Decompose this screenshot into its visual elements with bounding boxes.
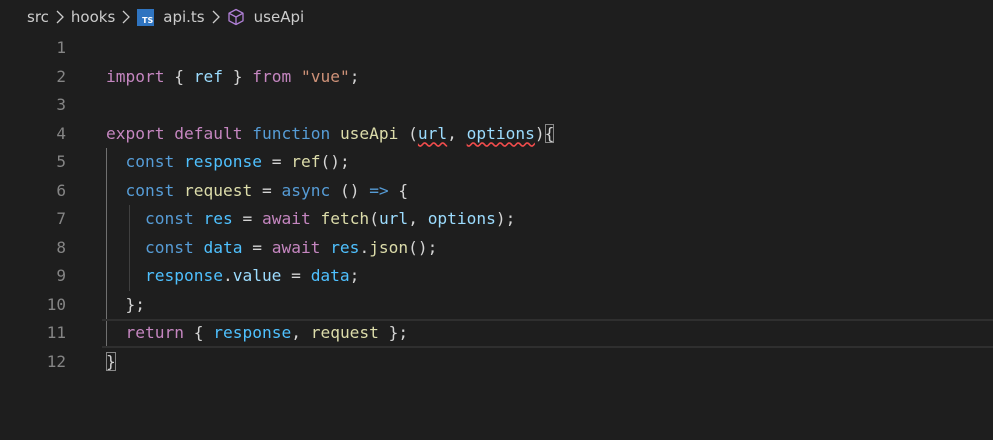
operator: = [232, 209, 262, 228]
code-line-7: const res = await fetch(url, options); [106, 205, 993, 234]
chevron-right-icon [211, 9, 221, 25]
identifier-response: response [144, 266, 223, 285]
code-line-4: export default function useApi (url, opt… [106, 120, 993, 149]
brace: }; [378, 323, 409, 342]
breadcrumb: src hooks TS api.ts useApi [0, 0, 993, 34]
identifier-request: request [183, 180, 253, 200]
keyword-const: const [144, 237, 194, 257]
brace: { [183, 323, 214, 342]
brace: } [222, 66, 243, 86]
identifier-response: response [213, 323, 292, 342]
symbol-method-cube-icon [227, 8, 245, 26]
semicolon: ; [349, 66, 360, 86]
operator: = [261, 152, 292, 171]
arrow-operator: => [369, 180, 389, 200]
semicolon: ; [349, 266, 360, 285]
identifier-data: data [203, 237, 243, 257]
line-number: 11 [46, 323, 66, 342]
code-line-11: return { response, request }; [102, 319, 993, 348]
identifier-ref: ref [193, 66, 223, 86]
comma: , [408, 209, 428, 228]
call-json: json [369, 237, 409, 257]
dot: . [222, 266, 233, 285]
code-line-2: import { ref } from "vue"; [106, 63, 993, 92]
identifier-data: data [310, 266, 350, 285]
param-options: options [466, 123, 535, 143]
identifier-options: options [427, 209, 496, 228]
keyword-await: await [271, 237, 321, 257]
code-content[interactable]: import { ref } from "vue"; export defaul… [102, 34, 993, 377]
function-name-useapi: useApi [339, 123, 399, 143]
string-vue: "vue" [300, 66, 350, 86]
keyword-const: const [125, 152, 175, 171]
breadcrumb-item-api-ts[interactable]: api.ts [163, 8, 204, 26]
keyword-default: default [174, 123, 243, 143]
brace: { [174, 66, 194, 86]
identifier-res: res [330, 237, 360, 257]
identifier-res: res [203, 209, 233, 228]
paren: ( [369, 209, 379, 228]
brace: { [388, 180, 409, 200]
code-editor[interactable]: src hooks TS api.ts useApi 1 2 3 4 5 6 7… [0, 0, 993, 440]
comma: , [447, 123, 467, 143]
matched-bracket: { [544, 123, 555, 143]
matched-bracket: } [106, 351, 116, 371]
keyword-async: async [281, 180, 331, 200]
line-number: 7 [56, 209, 66, 228]
brace: }; [125, 294, 146, 314]
comma: , [291, 323, 311, 342]
keyword-return: return [125, 323, 184, 342]
line-number: 9 [56, 266, 66, 285]
operator: = [242, 237, 272, 257]
line-number: 4 [56, 123, 66, 143]
line-number: 12 [46, 351, 66, 371]
code-line-5: const response = ref(); [106, 148, 993, 177]
identifier-request: request [310, 323, 379, 342]
line-number: 5 [56, 152, 66, 171]
punctuation: (); [408, 237, 438, 257]
code-line-8: const data = await res.json(); [106, 234, 993, 263]
punctuation: (); [320, 152, 350, 171]
keyword-export: export [106, 123, 165, 143]
line-number: 10 [46, 294, 66, 314]
line-number: 3 [56, 95, 66, 114]
line-number: 8 [56, 237, 66, 257]
identifier-url: url [378, 209, 409, 228]
breadcrumb-item-useapi[interactable]: useApi [254, 8, 305, 26]
keyword-await: await [261, 209, 311, 228]
code-line-12: } [106, 348, 993, 377]
code-line-9: response.value = data; [106, 262, 993, 291]
keyword-import: import [106, 66, 165, 86]
line-number: 1 [56, 38, 66, 57]
identifier-response: response [183, 152, 262, 171]
param-url: url [417, 123, 448, 143]
operator: = [281, 266, 311, 285]
chevron-right-icon [121, 9, 131, 25]
breadcrumb-item-src[interactable]: src [27, 8, 49, 26]
code-line-6: const request = async () => { [106, 177, 993, 206]
dot: . [359, 237, 370, 257]
call-fetch: fetch [320, 209, 370, 228]
line-number: 6 [56, 180, 66, 200]
keyword-from: from [252, 66, 292, 86]
operator: = [252, 180, 282, 200]
call-ref: ref [291, 152, 321, 171]
code-line-10: }; [106, 291, 993, 320]
line-number-gutter: 1 2 3 4 5 6 7 8 9 10 11 12 [0, 34, 90, 376]
breadcrumb-item-hooks[interactable]: hooks [71, 8, 115, 26]
paren: () [330, 180, 370, 200]
punctuation: ); [495, 209, 516, 228]
line-number: 2 [56, 66, 66, 86]
typescript-file-icon: TS [137, 8, 155, 26]
keyword-const: const [144, 209, 194, 228]
paren: ) [534, 123, 545, 143]
keyword-function: function [252, 123, 331, 143]
property-value: value [232, 266, 282, 285]
paren: ( [408, 123, 418, 143]
chevron-right-icon [55, 9, 65, 25]
keyword-const: const [125, 180, 175, 200]
